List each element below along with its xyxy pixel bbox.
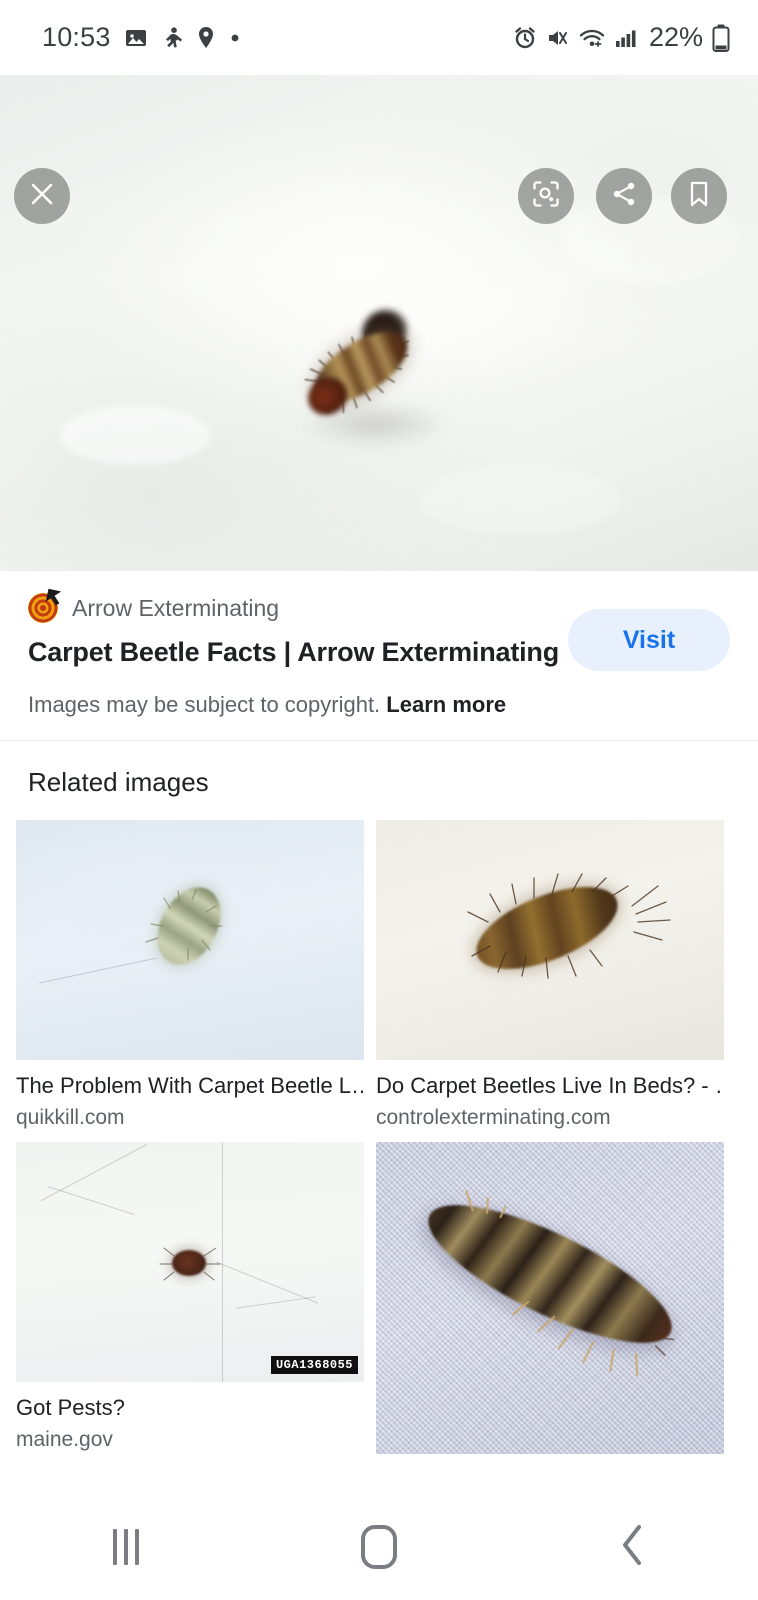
mute-vibrate-icon (546, 26, 570, 50)
image-watermark: UGA1368055 (270, 1356, 358, 1374)
related-image-card[interactable] (376, 1142, 724, 1454)
home-icon (360, 1525, 397, 1569)
larva-legs (465, 1190, 676, 1377)
hero-image[interactable] (0, 75, 758, 571)
battery-percent-label: 22% (648, 22, 703, 52)
google-lens-icon (532, 180, 560, 213)
recents-icon (113, 1529, 140, 1565)
related-images-grid: The Problem With Carpet Beetle L… quikki… (0, 820, 758, 1454)
image-icon (124, 26, 148, 50)
image-texture (236, 1296, 316, 1309)
recents-button[interactable] (71, 1512, 181, 1582)
status-bar: 10:53 22% (0, 0, 758, 75)
running-person-icon (161, 26, 183, 50)
larva-hairs (467, 873, 671, 979)
bookmark-button[interactable] (671, 168, 727, 224)
status-bar-right: 22% (513, 22, 730, 53)
related-image-card[interactable]: The Problem With Carpet Beetle L… quikki… (16, 820, 364, 1130)
alarm-icon (513, 26, 537, 50)
home-button[interactable] (324, 1512, 434, 1582)
related-image-site: maine.gov (16, 1428, 113, 1451)
close-button[interactable] (14, 168, 70, 224)
learn-more-link[interactable]: Learn more (386, 692, 506, 717)
copyright-notice: Images may be subject to copyright. Lear… (28, 692, 730, 718)
result-card: Arrow Exterminating Carpet Beetle Facts … (0, 571, 758, 741)
share-icon (611, 181, 637, 212)
related-image-card[interactable]: UGA1368055 Got Pests? maine.gov (16, 1142, 364, 1454)
related-image-title[interactable]: The Problem With Carpet Beetle L… (16, 1073, 364, 1099)
back-button[interactable] (577, 1512, 687, 1582)
image-texture (40, 1143, 148, 1202)
bookmark-icon (688, 181, 710, 212)
copyright-text: Images may be subject to copyright. (28, 692, 381, 717)
close-icon (29, 181, 55, 212)
related-image-site: controlexterminating.com (376, 1106, 611, 1129)
source-name: Arrow Exterminating (72, 594, 280, 621)
image-texture (48, 1186, 134, 1215)
wifi-icon (579, 26, 605, 50)
cellular-signal-icon (614, 26, 638, 50)
related-thumbnail[interactable] (376, 1142, 724, 1454)
image-texture (420, 465, 620, 535)
system-navigation-bar (0, 1494, 758, 1600)
related-thumbnail[interactable] (376, 820, 724, 1060)
related-thumbnail[interactable] (16, 820, 364, 1060)
related-image-title[interactable]: Got Pests? (16, 1395, 364, 1421)
image-texture (60, 405, 210, 465)
arrow-glyph (45, 588, 62, 605)
image-viewer-screen: 10:53 22% Arrow Exterminating Carpet Bee… (0, 0, 758, 1600)
related-image-site: quikkill.com (16, 1106, 125, 1129)
status-bar-clock: 10:53 (42, 22, 111, 52)
beetle-legs (159, 1247, 221, 1281)
larva-hairs (145, 889, 223, 961)
battery-icon (712, 24, 730, 52)
visit-button[interactable]: Visit (568, 609, 730, 671)
related-thumbnail[interactable]: UGA1368055 (16, 1142, 364, 1382)
google-lens-button[interactable] (518, 168, 574, 224)
status-bar-left: 10:53 (42, 22, 241, 53)
back-icon (617, 1522, 647, 1573)
dot-icon (229, 32, 241, 44)
related-image-card[interactable]: Do Carpet Beetles Live In Beds? - … cont… (376, 820, 724, 1130)
related-images-heading: Related images (28, 767, 209, 797)
site-favicon-icon (28, 588, 62, 623)
share-button[interactable] (596, 168, 652, 224)
related-image-title[interactable]: Do Carpet Beetles Live In Beds? - … (376, 1073, 724, 1099)
location-pin-icon (196, 26, 216, 50)
